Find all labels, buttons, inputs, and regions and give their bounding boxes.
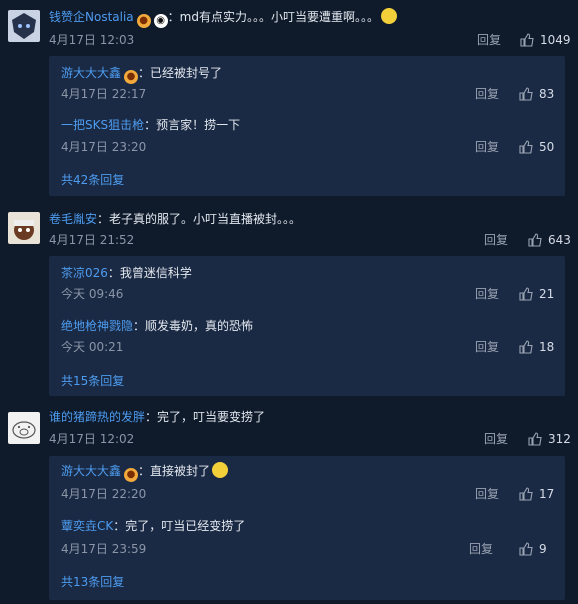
thumb-up-icon [519, 287, 533, 301]
reply-text: ：顺发毒奶，真的恐怖 [133, 319, 254, 333]
like-button[interactable]: 50 [519, 139, 561, 155]
reply-button[interactable]: 回复 [475, 86, 499, 102]
thumb-up-icon [519, 542, 533, 556]
bear-badge-icon: ● [136, 14, 151, 28]
panda-badge-icon: ◉ [153, 14, 168, 28]
reply-text: ：我曾迷信科学 [107, 266, 192, 280]
reply-line: 一把SKS狙击枪：预言家！捞一下 [61, 116, 240, 134]
comment: 卷毛胤安：老子真的服了。小叮当直播被封。。。 4月17日 21:52 回复 64… [0, 202, 578, 402]
like-count: 9 [539, 542, 547, 556]
reply-timestamp: 4月17日 22:20 [61, 487, 147, 501]
reply-timestamp: 4月17日 23:20 [61, 140, 147, 154]
reply-timestamp: 4月17日 23:59 [61, 542, 147, 556]
reply-timestamp: 4月17日 22:17 [61, 87, 147, 101]
comment: 钱赞企Nostalia ● ◉ ：md有点实力。。。小叮当要遭重啊。。。 4月17日 … [0, 0, 578, 200]
comment-text: ：md有点实力。。。小叮当要遭重啊。。。 [167, 10, 379, 24]
reply-line: 茶凉026：我曾迷信科学 [61, 264, 192, 282]
thumb-up-icon [528, 432, 542, 446]
like-count: 18 [539, 340, 555, 354]
like-button[interactable]: 9 [519, 541, 561, 557]
reply-text: ：直接被封了 [138, 464, 211, 478]
like-count: 17 [539, 487, 555, 501]
avatar[interactable] [8, 412, 40, 444]
reply-text: ：预言家！捞一下 [144, 118, 241, 132]
reply-line: 蕈奕垚CK：完了，叮当已经变捞了 [61, 517, 245, 535]
timestamp: 4月17日 12:03 [49, 33, 135, 47]
reply-line: 游大大大鑫 ● ：直接被封了 [61, 462, 229, 482]
reply-section: 茶凉026：我曾迷信科学 今天 09:46 回复 21 绝地枪神戮隐：顺发毒奶，… [49, 256, 565, 396]
username[interactable]: 谁的猪蹄热的发胖 [49, 410, 145, 424]
reply-section: 游大大大鑫 ● ：已经被封号了 4月17日 22:17 回复 83 一把SKS狙击枪… [49, 56, 565, 196]
thumb-up-icon [520, 33, 534, 47]
comment-line: 卷毛胤安：老子真的服了。小叮当直播被封。。。 [49, 210, 301, 228]
pig-avatar-icon [8, 412, 40, 444]
thumb-up-icon [519, 87, 533, 101]
like-button[interactable]: 312 [528, 431, 571, 447]
reply-line: 游大大大鑫 ● ：已经被封号了 [61, 64, 223, 84]
reply-timestamp: 今天 00:21 [61, 340, 124, 354]
username[interactable]: 卷毛胤安 [49, 212, 97, 226]
view-more-replies-link[interactable]: 共42条回复 [61, 172, 124, 188]
reply-username[interactable]: 游大大大鑫 [61, 464, 121, 478]
view-more-replies-link[interactable]: 共15条回复 [61, 373, 124, 389]
avatar[interactable] [8, 212, 40, 244]
reply-username[interactable]: 游大大大鑫 [61, 66, 121, 80]
reply-button[interactable]: 回复 [484, 431, 508, 447]
reply-username[interactable]: 一把SKS狙击枪 [61, 118, 144, 132]
like-count: 21 [539, 287, 555, 301]
comment-text: ：老子真的服了。小叮当直播被封。。。 [97, 212, 302, 226]
bear-badge-icon: ● [124, 468, 139, 482]
reply-button[interactable]: 回复 [484, 232, 508, 248]
comment-line: 钱赞企Nostalia ● ◉ ：md有点实力。。。小叮当要遭重啊。。。 [49, 8, 397, 28]
comment-line: 谁的猪蹄热的发胖：完了，叮当要变捞了 [49, 408, 265, 426]
like-button[interactable]: 643 [528, 232, 571, 248]
anime-avatar-icon [8, 10, 40, 42]
thumb-up-icon [519, 487, 533, 501]
like-count: 1049 [540, 33, 571, 47]
like-count: 83 [539, 87, 555, 101]
reply-button[interactable]: 回复 [475, 486, 499, 502]
reply-username[interactable]: 蕈奕垚CK [61, 519, 113, 533]
reply-username[interactable]: 茶凉026 [61, 266, 108, 280]
avatar[interactable] [8, 10, 40, 42]
reply-button[interactable]: 回复 [475, 339, 499, 355]
bear-badge-icon: ● [124, 70, 139, 84]
timestamp: 4月17日 21:52 [49, 233, 135, 247]
laughing-emoji [212, 462, 229, 478]
reply-line: 绝地枪神戮隐：顺发毒奶，真的恐怖 [61, 317, 253, 335]
like-count: 643 [548, 233, 571, 247]
thumb-up-icon [519, 140, 533, 154]
comment: 谁的猪蹄热的发胖：完了，叮当要变捞了 4月17日 12:02 回复 312 游大… [0, 404, 578, 604]
like-count: 50 [539, 140, 555, 154]
reply-text: ：完了，叮当已经变捞了 [113, 519, 246, 533]
username[interactable]: 钱赞企Nostalia [49, 10, 134, 24]
thumb-up-icon [519, 340, 533, 354]
view-more-replies-link[interactable]: 共13条回复 [61, 574, 124, 590]
like-button[interactable]: 21 [519, 286, 561, 302]
like-count: 312 [548, 432, 571, 446]
reply-text: ：已经被封号了 [138, 66, 223, 80]
like-button[interactable]: 83 [519, 86, 561, 102]
reply-section: 游大大大鑫 ● ：直接被封了 4月17日 22:20 回复 17 蕈奕垚CK：完了，… [49, 456, 565, 600]
thinking-emoji [380, 8, 397, 24]
cartoon-avatar-icon [8, 212, 40, 244]
timestamp: 4月17日 12:02 [49, 432, 135, 446]
thumb-up-icon [528, 233, 542, 247]
comment-text: ：完了，叮当要变捞了 [145, 410, 266, 424]
reply-button[interactable]: 回复 [477, 32, 501, 48]
like-button[interactable]: 17 [519, 486, 561, 502]
reply-username[interactable]: 绝地枪神戮隐 [61, 319, 133, 333]
like-button[interactable]: 18 [519, 339, 561, 355]
reply-button[interactable]: 回复 [469, 541, 493, 557]
like-button[interactable]: 1049 [520, 32, 571, 48]
reply-timestamp: 今天 09:46 [61, 287, 124, 301]
reply-button[interactable]: 回复 [475, 139, 499, 155]
reply-button[interactable]: 回复 [475, 286, 499, 302]
